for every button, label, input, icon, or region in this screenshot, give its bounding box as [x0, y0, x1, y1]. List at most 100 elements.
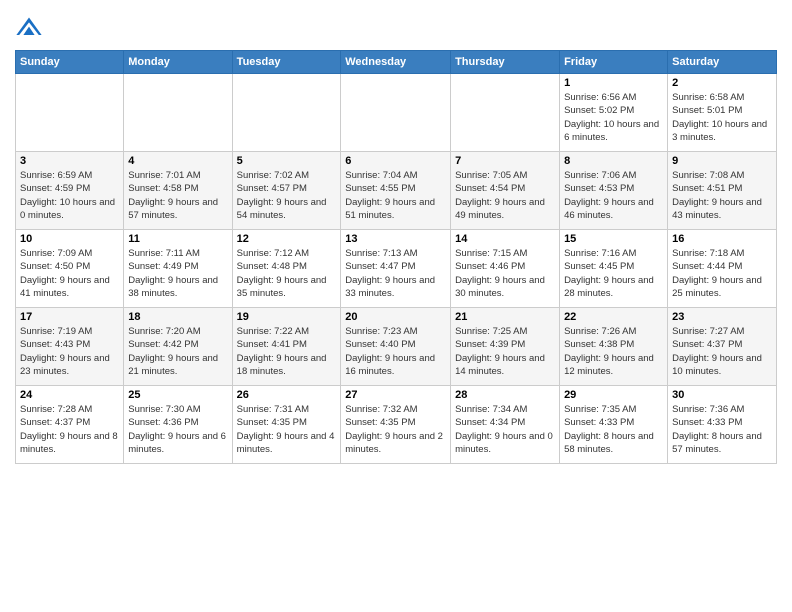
- day-info: Sunrise: 7:12 AMSunset: 4:48 PMDaylight:…: [237, 247, 337, 300]
- day-number: 29: [564, 389, 663, 401]
- header-saturday: Saturday: [668, 51, 777, 74]
- day-number: 15: [564, 233, 663, 245]
- calendar-cell: 20 Sunrise: 7:23 AMSunset: 4:40 PMDayligh…: [341, 308, 451, 386]
- day-info: Sunrise: 7:26 AMSunset: 4:38 PMDaylight:…: [564, 325, 663, 378]
- calendar-cell: [451, 74, 560, 152]
- day-number: 6: [345, 155, 446, 167]
- logo: [15, 14, 47, 42]
- day-number: 21: [455, 311, 555, 323]
- day-info: Sunrise: 7:09 AMSunset: 4:50 PMDaylight:…: [20, 247, 119, 300]
- day-number: 7: [455, 155, 555, 167]
- day-number: 23: [672, 311, 772, 323]
- day-number: 17: [20, 311, 119, 323]
- header-sunday: Sunday: [16, 51, 124, 74]
- calendar-cell: 30 Sunrise: 7:36 AMSunset: 4:33 PMDayligh…: [668, 386, 777, 464]
- day-info: Sunrise: 7:04 AMSunset: 4:55 PMDaylight:…: [345, 169, 446, 222]
- calendar-cell: 4 Sunrise: 7:01 AMSunset: 4:58 PMDaylight…: [124, 152, 232, 230]
- calendar-cell: 24Sunrise: 7:28 AMSunset: 4:37 PMDayligh…: [16, 386, 124, 464]
- day-info: Sunrise: 6:56 AMSunset: 5:02 PMDaylight:…: [564, 91, 663, 144]
- day-info: Sunrise: 7:34 AMSunset: 4:34 PMDaylight:…: [455, 403, 555, 456]
- day-number: 30: [672, 389, 772, 401]
- day-number: 4: [128, 155, 227, 167]
- day-info: Sunrise: 7:25 AMSunset: 4:39 PMDaylight:…: [455, 325, 555, 378]
- calendar-cell: 10 Sunrise: 7:09 AMSunset: 4:50 PMDayligh…: [16, 230, 124, 308]
- day-info: Sunrise: 7:20 AMSunset: 4:42 PMDaylight:…: [128, 325, 227, 378]
- calendar-cell: 28 Sunrise: 7:34 AMSunset: 4:34 PMDayligh…: [451, 386, 560, 464]
- day-number: 8: [564, 155, 663, 167]
- day-info: Sunrise: 7:22 AMSunset: 4:41 PMDaylight:…: [237, 325, 337, 378]
- calendar-cell: [232, 74, 341, 152]
- day-number: 14: [455, 233, 555, 245]
- logo-icon: [15, 14, 43, 42]
- calendar-week-row: 3Sunrise: 6:59 AMSunset: 4:59 PMDaylight…: [16, 152, 777, 230]
- day-number: 18: [128, 311, 227, 323]
- day-number: 2: [672, 77, 772, 89]
- header-friday: Friday: [560, 51, 668, 74]
- day-info: Sunrise: 7:31 AMSunset: 4:35 PMDaylight:…: [237, 403, 337, 456]
- day-number: 22: [564, 311, 663, 323]
- day-info: Sunrise: 7:18 AMSunset: 4:44 PMDaylight:…: [672, 247, 772, 300]
- header-thursday: Thursday: [451, 51, 560, 74]
- calendar-cell: 15 Sunrise: 7:16 AMSunset: 4:45 PMDayligh…: [560, 230, 668, 308]
- header-tuesday: Tuesday: [232, 51, 341, 74]
- header-monday: Monday: [124, 51, 232, 74]
- day-number: 25: [128, 389, 227, 401]
- calendar-cell: 1 Sunrise: 6:56 AMSunset: 5:02 PMDaylight…: [560, 74, 668, 152]
- calendar-cell: 23 Sunrise: 7:27 AMSunset: 4:37 PMDayligh…: [668, 308, 777, 386]
- calendar-cell: 21 Sunrise: 7:25 AMSunset: 4:39 PMDayligh…: [451, 308, 560, 386]
- calendar-cell: 12 Sunrise: 7:12 AMSunset: 4:48 PMDayligh…: [232, 230, 341, 308]
- day-info: Sunrise: 7:32 AMSunset: 4:35 PMDaylight:…: [345, 403, 446, 456]
- day-number: 11: [128, 233, 227, 245]
- calendar-cell: 26 Sunrise: 7:31 AMSunset: 4:35 PMDayligh…: [232, 386, 341, 464]
- day-info: Sunrise: 7:05 AMSunset: 4:54 PMDaylight:…: [455, 169, 555, 222]
- day-info: Sunrise: 7:27 AMSunset: 4:37 PMDaylight:…: [672, 325, 772, 378]
- calendar-cell: 7 Sunrise: 7:05 AMSunset: 4:54 PMDaylight…: [451, 152, 560, 230]
- day-number: 26: [237, 389, 337, 401]
- calendar-week-row: 24Sunrise: 7:28 AMSunset: 4:37 PMDayligh…: [16, 386, 777, 464]
- calendar-cell: 3Sunrise: 6:59 AMSunset: 4:59 PMDaylight…: [16, 152, 124, 230]
- calendar-cell: 29 Sunrise: 7:35 AMSunset: 4:33 PMDayligh…: [560, 386, 668, 464]
- day-number: 20: [345, 311, 446, 323]
- header: [15, 10, 777, 42]
- day-info: Sunrise: 7:36 AMSunset: 4:33 PMDaylight:…: [672, 403, 772, 456]
- calendar-cell: 25 Sunrise: 7:30 AMSunset: 4:36 PMDayligh…: [124, 386, 232, 464]
- calendar-cell: 11 Sunrise: 7:11 AMSunset: 4:49 PMDayligh…: [124, 230, 232, 308]
- day-number: 9: [672, 155, 772, 167]
- day-number: 27: [345, 389, 446, 401]
- calendar-table: SundayMondayTuesdayWednesdayThursdayFrid…: [15, 50, 777, 464]
- day-number: 12: [237, 233, 337, 245]
- day-info: Sunrise: 7:06 AMSunset: 4:53 PMDaylight:…: [564, 169, 663, 222]
- day-info: Sunrise: 6:58 AMSunset: 5:01 PMDaylight:…: [672, 91, 772, 144]
- calendar-week-row: 1 Sunrise: 6:56 AMSunset: 5:02 PMDaylight…: [16, 74, 777, 152]
- calendar-cell: 14 Sunrise: 7:15 AMSunset: 4:46 PMDayligh…: [451, 230, 560, 308]
- day-info: Sunrise: 7:08 AMSunset: 4:51 PMDaylight:…: [672, 169, 772, 222]
- day-number: 13: [345, 233, 446, 245]
- day-number: 28: [455, 389, 555, 401]
- day-info: Sunrise: 7:19 AMSunset: 4:43 PMDaylight:…: [20, 325, 119, 378]
- day-info: Sunrise: 7:15 AMSunset: 4:46 PMDaylight:…: [455, 247, 555, 300]
- calendar-cell: 6 Sunrise: 7:04 AMSunset: 4:55 PMDaylight…: [341, 152, 451, 230]
- calendar-cell: 5Sunrise: 7:02 AMSunset: 4:57 PMDaylight…: [232, 152, 341, 230]
- day-number: 19: [237, 311, 337, 323]
- day-number: 10: [20, 233, 119, 245]
- day-info: Sunrise: 7:16 AMSunset: 4:45 PMDaylight:…: [564, 247, 663, 300]
- calendar-cell: 8 Sunrise: 7:06 AMSunset: 4:53 PMDaylight…: [560, 152, 668, 230]
- calendar-cell: 18 Sunrise: 7:20 AMSunset: 4:42 PMDayligh…: [124, 308, 232, 386]
- calendar-cell: 16 Sunrise: 7:18 AMSunset: 4:44 PMDayligh…: [668, 230, 777, 308]
- day-info: Sunrise: 7:30 AMSunset: 4:36 PMDaylight:…: [128, 403, 227, 456]
- day-number: 1: [564, 77, 663, 89]
- day-info: Sunrise: 7:13 AMSunset: 4:47 PMDaylight:…: [345, 247, 446, 300]
- day-info: Sunrise: 7:23 AMSunset: 4:40 PMDaylight:…: [345, 325, 446, 378]
- day-number: 5: [237, 155, 337, 167]
- day-info: Sunrise: 7:01 AMSunset: 4:58 PMDaylight:…: [128, 169, 227, 222]
- calendar-cell: 17 Sunrise: 7:19 AMSunset: 4:43 PMDayligh…: [16, 308, 124, 386]
- day-info: Sunrise: 7:35 AMSunset: 4:33 PMDaylight:…: [564, 403, 663, 456]
- day-info: Sunrise: 7:11 AMSunset: 4:49 PMDaylight:…: [128, 247, 227, 300]
- calendar-cell: 22 Sunrise: 7:26 AMSunset: 4:38 PMDayligh…: [560, 308, 668, 386]
- calendar-week-row: 17 Sunrise: 7:19 AMSunset: 4:43 PMDayligh…: [16, 308, 777, 386]
- day-number: 16: [672, 233, 772, 245]
- calendar-cell: 27 Sunrise: 7:32 AMSunset: 4:35 PMDayligh…: [341, 386, 451, 464]
- calendar-cell: 2 Sunrise: 6:58 AMSunset: 5:01 PMDaylight…: [668, 74, 777, 152]
- calendar-cell: 19 Sunrise: 7:22 AMSunset: 4:41 PMDayligh…: [232, 308, 341, 386]
- day-info: Sunrise: 6:59 AMSunset: 4:59 PMDaylight:…: [20, 169, 119, 222]
